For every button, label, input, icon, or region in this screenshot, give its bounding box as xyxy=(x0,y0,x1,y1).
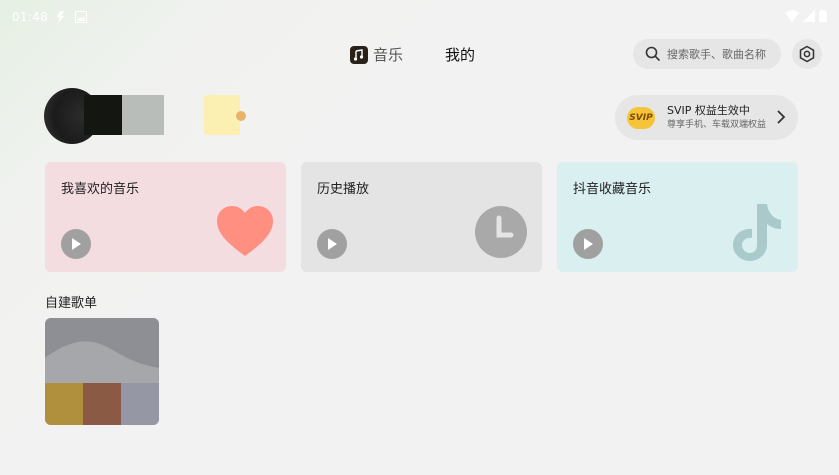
play-icon xyxy=(584,238,593,250)
settings-icon xyxy=(799,45,815,63)
top-tabs: 音乐 我的 xyxy=(350,44,475,65)
playlist-cover[interactable] xyxy=(45,318,159,425)
battery-icon xyxy=(819,10,827,22)
svip-card[interactable]: SVIP SVIP 权益生效中 尊享手机、车载双端权益 xyxy=(615,95,798,140)
user-badge-blurred xyxy=(204,95,240,135)
heart-icon xyxy=(217,206,273,256)
tab-music-label: 音乐 xyxy=(373,46,404,64)
card-liked-music[interactable]: 我喜欢的音乐 xyxy=(45,162,286,272)
tiktok-icon xyxy=(733,204,781,261)
tab-music[interactable]: 音乐 xyxy=(350,44,403,65)
username-blurred xyxy=(84,95,164,135)
clock-icon xyxy=(475,206,527,258)
status-system-icons xyxy=(785,10,827,22)
play-button[interactable] xyxy=(61,229,91,259)
card-title: 我喜欢的音乐 xyxy=(61,182,140,197)
play-icon xyxy=(328,238,337,250)
status-time: 01:48 xyxy=(12,10,49,24)
play-button[interactable] xyxy=(573,229,603,259)
card-history[interactable]: 历史播放 xyxy=(301,162,542,272)
section-title-playlists: 自建歌单 xyxy=(45,296,98,311)
image-icon xyxy=(75,11,87,23)
svip-logo-icon: SVIP xyxy=(627,106,655,129)
tab-mine[interactable]: 我的 xyxy=(445,44,475,65)
notification-icon xyxy=(57,11,64,23)
settings-button[interactable] xyxy=(792,39,822,69)
search-input[interactable]: 搜索歌手、歌曲名称 xyxy=(633,39,781,69)
status-notification-icons xyxy=(57,11,87,23)
wifi-icon xyxy=(785,10,799,22)
svip-subtitle: 尊享手机、车载双端权益 xyxy=(667,119,767,130)
playlist-cover-image xyxy=(45,318,159,425)
badge-dot xyxy=(236,111,246,121)
card-title: 抖音收藏音乐 xyxy=(573,182,652,197)
card-title: 历史播放 xyxy=(317,182,370,197)
signal-icon xyxy=(803,10,815,22)
play-icon xyxy=(72,238,81,250)
chevron-right-icon xyxy=(777,110,786,124)
svip-title: SVIP 权益生效中 xyxy=(667,103,750,117)
search-placeholder: 搜索歌手、歌曲名称 xyxy=(667,48,766,61)
status-bar: 01:48 xyxy=(0,0,839,34)
play-button[interactable] xyxy=(317,229,347,259)
tab-mine-label: 我的 xyxy=(445,46,476,64)
search-icon xyxy=(645,46,661,62)
card-douyin-favorites[interactable]: 抖音收藏音乐 xyxy=(557,162,798,272)
music-app-icon xyxy=(350,45,368,64)
